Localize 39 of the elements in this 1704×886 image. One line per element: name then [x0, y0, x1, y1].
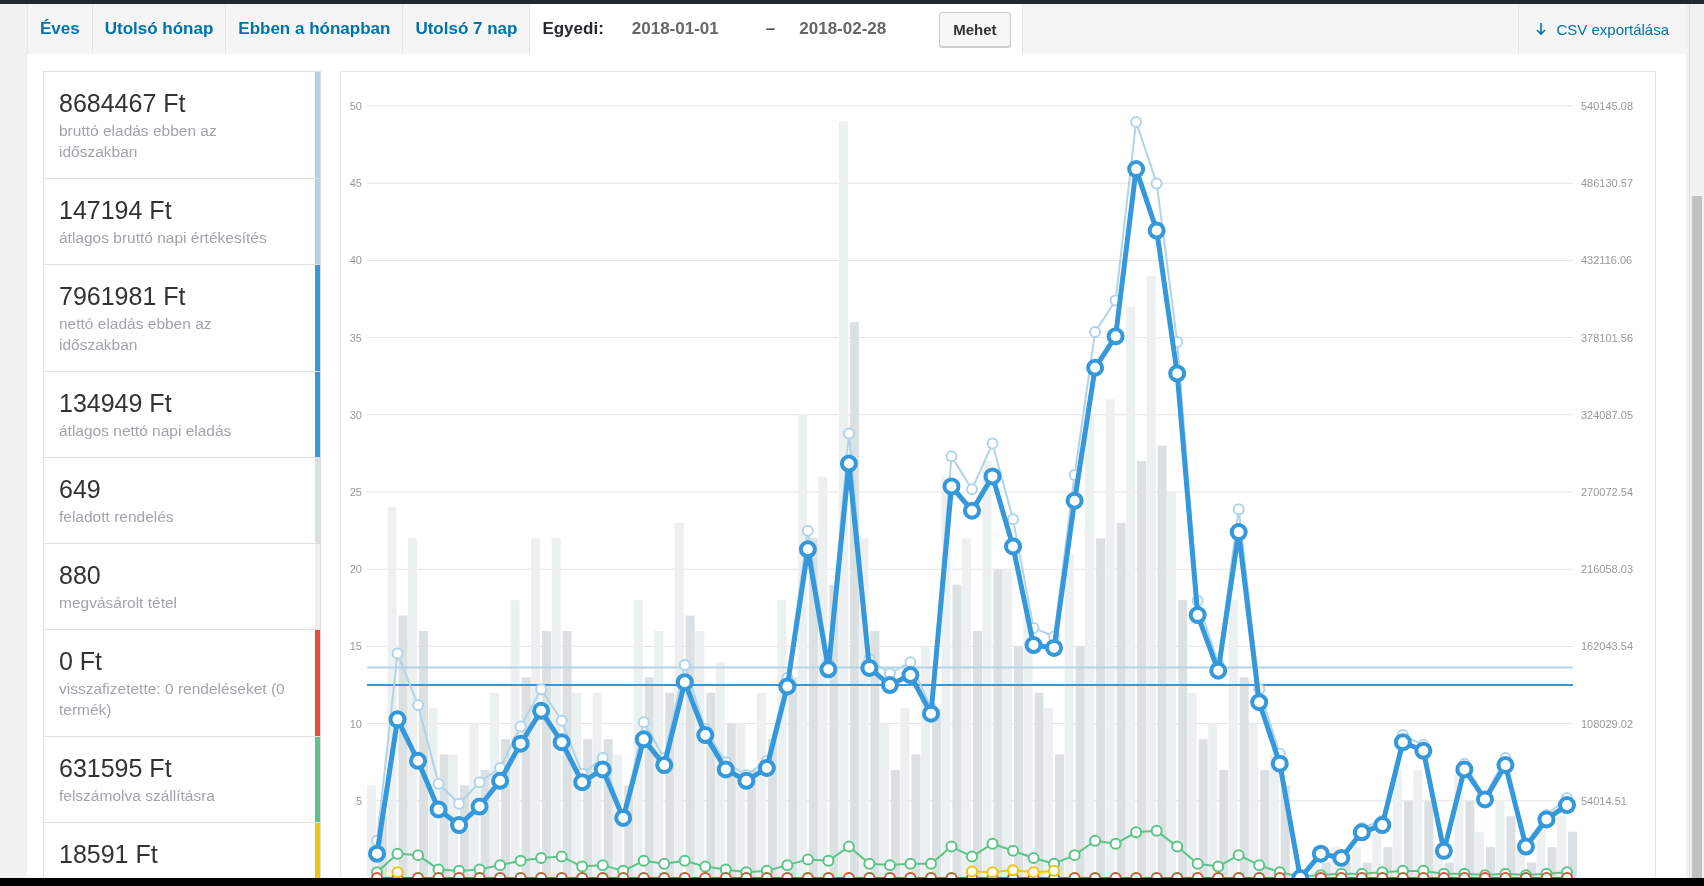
axis-label: 270072.54 [1581, 486, 1633, 498]
custom-range-label: Egyedi: [542, 19, 604, 39]
legend-value: 134949 Ft [59, 388, 173, 419]
legend-value: 631595 Ft [59, 753, 173, 784]
date-separator: – [765, 19, 776, 39]
legend-label: feladott rendelés [59, 507, 175, 527]
legend-label: visszafizetette: 0 rendeléseket (0 termék) [59, 679, 285, 720]
axis-label: 20 [349, 563, 362, 576]
axis-label: 108029.02 [1581, 717, 1633, 730]
axis-label: 25 [349, 486, 362, 498]
axis-label: 10 [349, 717, 362, 730]
legend-value: 0 Ft [59, 646, 104, 677]
axis-label: 45 [349, 177, 362, 190]
axis-label: 54014.51 [1581, 794, 1627, 807]
axis-label: 5 [355, 794, 362, 807]
axis-label: 486130.57 [1581, 177, 1633, 190]
legend-label: felszámolva szállításra [59, 786, 216, 806]
legend-label: átlagos bruttó napi értékesítés [59, 228, 268, 248]
axis-label: 540145.08 [1581, 100, 1633, 112]
axis-label: 40 [349, 254, 362, 267]
axis-label: 432116.06 [1581, 254, 1633, 267]
legend-value: 147194 Ft [59, 195, 173, 226]
axis-label: 324087.05 [1581, 408, 1633, 421]
axis-label: 50 [349, 100, 362, 112]
axis-label: 378101.56 [1581, 331, 1633, 344]
axis-label: 35 [349, 331, 362, 344]
legend-value: 7961981 Ft [59, 281, 187, 312]
axis-label: 15 [349, 640, 362, 653]
legend-value: 18591 Ft [59, 839, 159, 870]
axis-label: 216058.03 [1581, 563, 1633, 576]
legend-value: 8684467 Ft [59, 88, 187, 119]
legend-label: nettó eladás ebben az időszakban [59, 314, 213, 355]
axis-label: 162043.54 [1581, 640, 1633, 653]
legend-label: bruttó eladás ebben az időszakban [59, 121, 218, 162]
legend-label: átlagos nettó napi eladás [59, 421, 233, 441]
legend-label: megvásárolt tétel [59, 593, 179, 613]
legend-value: 649 [59, 474, 102, 505]
legend-value: 880 [59, 560, 102, 591]
axis-label: 30 [349, 408, 362, 421]
